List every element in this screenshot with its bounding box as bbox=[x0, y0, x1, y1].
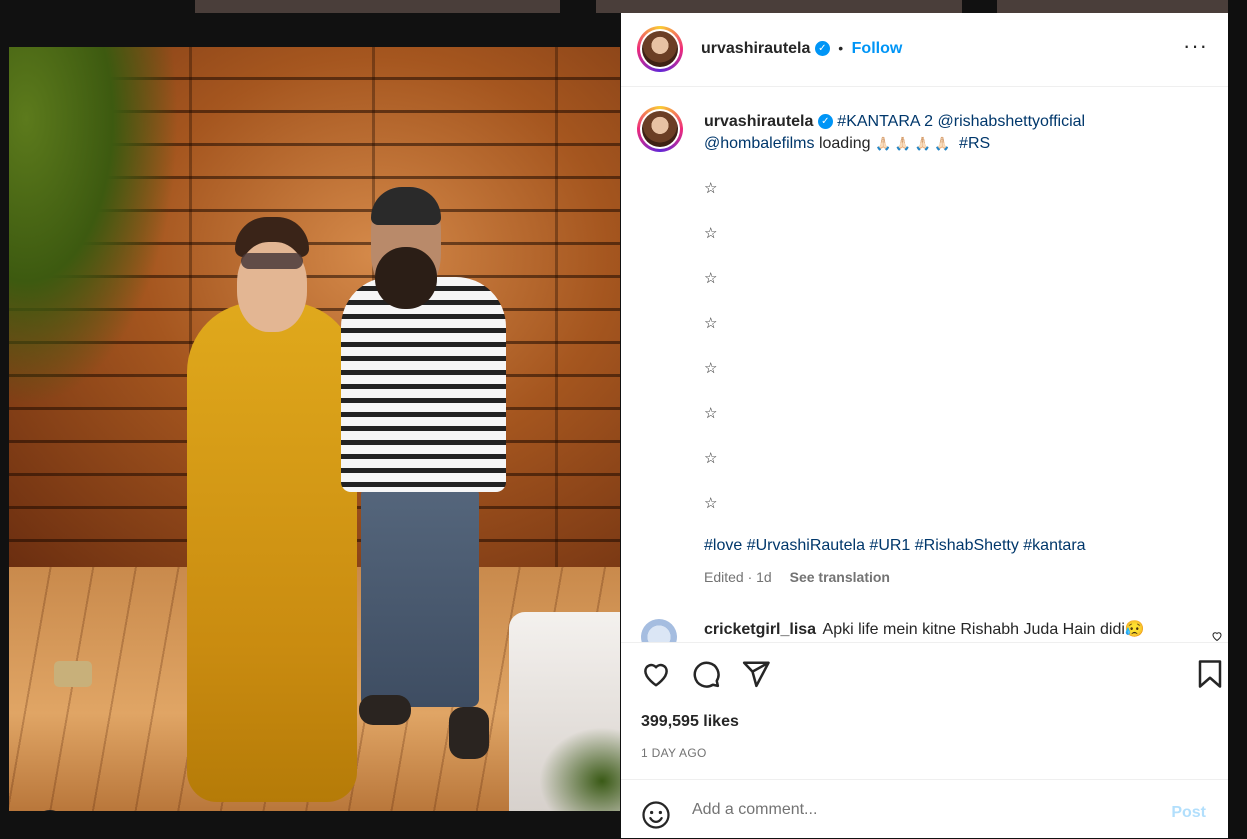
caption-star: ☆ bbox=[704, 225, 718, 242]
comment-input[interactable] bbox=[690, 794, 1134, 826]
edited-label: Edited · 1d bbox=[704, 569, 772, 585]
photo-person-woman bbox=[187, 302, 357, 802]
likes-count[interactable]: 399,595 likes bbox=[641, 713, 739, 731]
backdrop-thumb bbox=[195, 0, 560, 13]
heart-icon[interactable] bbox=[641, 659, 671, 694]
emoji-icon[interactable] bbox=[641, 800, 671, 835]
caption-star: ☆ bbox=[704, 315, 718, 332]
photo-shoe bbox=[359, 695, 411, 725]
avatar[interactable] bbox=[637, 26, 683, 72]
comment-icon[interactable] bbox=[691, 659, 721, 694]
comment-body: Apki life mein kitne Rishabh Juda Hain d… bbox=[822, 621, 1145, 638]
caption-area: urvashirautela ✓ #KANTARA 2 @rishabshett… bbox=[621, 87, 1228, 642]
see-translation-button[interactable]: See translation bbox=[790, 569, 890, 585]
caption-star: ☆ bbox=[704, 495, 718, 512]
comment-like-icon[interactable] bbox=[1211, 629, 1223, 642]
photo-sunglasses bbox=[241, 253, 303, 269]
hashtag-link[interactable]: #RS bbox=[959, 135, 990, 152]
photo-beard bbox=[375, 247, 437, 309]
photo-person-man bbox=[341, 277, 506, 492]
backdrop-edge bbox=[1228, 0, 1247, 838]
caption-star: ☆ bbox=[704, 360, 718, 377]
backdrop-thumb bbox=[596, 0, 962, 13]
caption-meta: Edited · 1d See translation bbox=[704, 569, 890, 585]
hashtag-link[interactable]: #KANTARA bbox=[837, 113, 919, 130]
bookmark-icon[interactable] bbox=[1197, 659, 1223, 694]
comment-row: cricketgirl_lisa Apki life mein kitne Ri… bbox=[641, 617, 1228, 642]
backdrop-thumb bbox=[997, 0, 1228, 13]
follow-button[interactable]: Follow bbox=[852, 40, 903, 57]
post-panel: urvashirautela ✓ • Follow ··· urvashirau… bbox=[621, 13, 1228, 838]
photo-jeans bbox=[361, 487, 479, 707]
more-options-icon[interactable]: ··· bbox=[1183, 35, 1208, 57]
photo-plant-small bbox=[539, 727, 620, 811]
photo-shoe bbox=[449, 707, 489, 759]
comment-text: cricketgirl_lisa Apki life mein kitne Ri… bbox=[704, 619, 1145, 639]
photo-plant bbox=[9, 47, 179, 407]
post-header: urvashirautela ✓ • Follow ··· bbox=[621, 13, 1228, 87]
caption-star: ☆ bbox=[704, 180, 718, 197]
caption-star: ☆ bbox=[704, 270, 718, 287]
mention-link[interactable]: @rishabshettyofficial bbox=[938, 113, 1086, 130]
caption-star: ☆ bbox=[704, 405, 718, 422]
caption-emojis: 🙏🏻 🙏🏻 🙏🏻 🙏🏻 bbox=[875, 136, 951, 151]
caption-username[interactable]: urvashirautela bbox=[704, 113, 813, 130]
post-comment-button[interactable]: Post bbox=[1171, 804, 1206, 822]
mention-link[interactable]: @hombalefilms bbox=[704, 135, 815, 152]
avatar[interactable] bbox=[637, 106, 683, 152]
author-username[interactable]: urvashirautela bbox=[701, 40, 810, 57]
post-photo[interactable] bbox=[9, 47, 620, 811]
caption-text-fragment: loading bbox=[814, 135, 875, 152]
caption-hashtags[interactable]: #love #UrvashiRautela #UR1 #RishabShetty… bbox=[704, 537, 1086, 555]
post-time: 1 DAY AGO bbox=[641, 746, 707, 760]
comment-avatar[interactable] bbox=[641, 619, 677, 642]
verified-badge-icon: ✓ bbox=[814, 41, 830, 57]
verified-badge-icon: ✓ bbox=[817, 114, 833, 130]
post-actions: 399,595 likes 1 DAY AGO bbox=[621, 642, 1228, 779]
caption-star: ☆ bbox=[704, 450, 718, 467]
caption-text: urvashirautela ✓ #KANTARA 2 @rishabshett… bbox=[704, 111, 1184, 155]
share-icon[interactable] bbox=[741, 659, 771, 694]
comment-username[interactable]: cricketgirl_lisa bbox=[704, 621, 816, 638]
separator-dot: • bbox=[838, 40, 844, 56]
add-comment-bar: Post bbox=[621, 779, 1228, 839]
caption-text-fragment: 2 bbox=[919, 113, 938, 130]
photo-switch bbox=[54, 661, 92, 687]
